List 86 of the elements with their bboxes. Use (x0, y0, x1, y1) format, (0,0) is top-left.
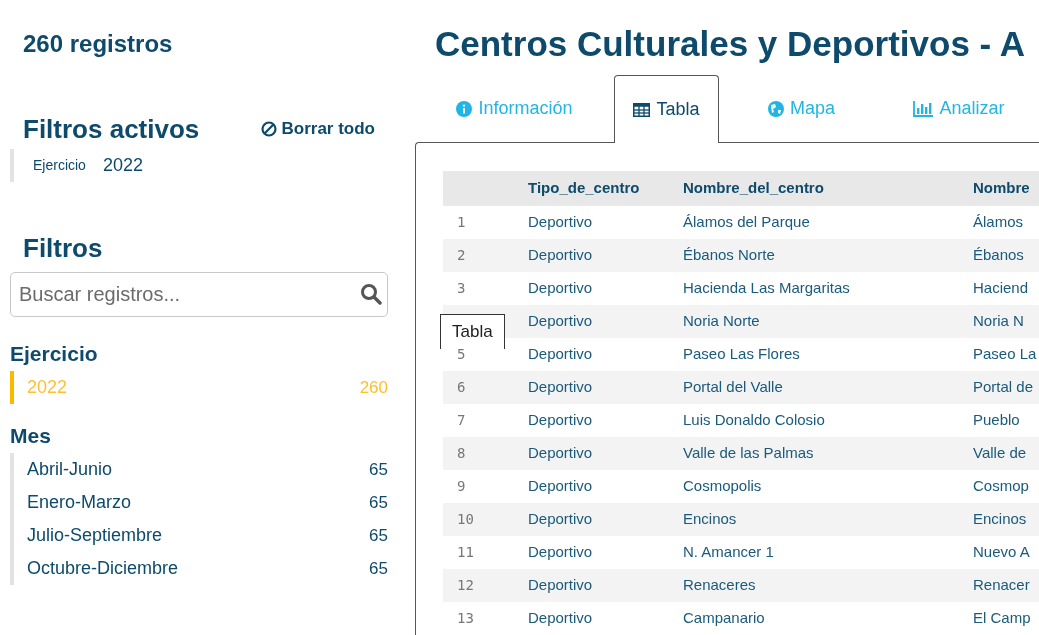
column-header[interactable]: Nombre (973, 177, 1039, 200)
row-number: 3 (456, 279, 467, 298)
table-cell-text: Portal de (973, 377, 1035, 398)
table-cell-text: Cosmop (973, 476, 1030, 497)
table-cell-text: Hacienda Las Margaritas (683, 278, 851, 299)
table-cell-text: Portal del Valle (683, 377, 784, 398)
option-count: 65 (369, 491, 388, 514)
record-count: 260 registros (22, 29, 174, 59)
search-field[interactable]: Buscar registros... (10, 272, 388, 317)
tooltip: Tabla (440, 314, 505, 349)
row-number: 8 (456, 444, 467, 463)
table-cell-text: Álamos (973, 212, 1025, 233)
option-label: Abril-Junio (27, 458, 113, 481)
option-count: 65 (369, 557, 388, 580)
row-number: 12 (456, 576, 475, 595)
table-cell-text: Haciend (973, 278, 1030, 299)
table-cell-text: Encinos (683, 509, 738, 530)
filter-group-title: Ejercicio (9, 341, 99, 367)
table-cell-text: Deportivo (528, 377, 594, 398)
option-count: 65 (369, 458, 388, 481)
table-cell-text: Deportivo (528, 476, 594, 497)
row-number: 7 (456, 411, 467, 430)
option-label: Julio-Septiembre (27, 524, 163, 547)
filter-option[interactable]: Octubre-Diciembre 65 (10, 552, 388, 585)
table-cell-text: Luis Donaldo Colosio (683, 410, 826, 431)
row-number: 11 (456, 543, 475, 562)
table-cell-text: Noria N (973, 311, 1025, 332)
table-cell-text: Deportivo (528, 509, 594, 530)
table-cell-text: Cosmopolis (683, 476, 763, 497)
clear-all-button[interactable]: Borrar todo (260, 116, 375, 142)
option-label: 2022 (27, 376, 68, 399)
table-cell-text: Deportivo (528, 278, 594, 299)
filter-value: 2022 (102, 154, 143, 177)
table-cell-text: Álamos del Parque (683, 212, 811, 233)
cancel-icon (260, 121, 277, 137)
section-title: Filtros (22, 232, 104, 263)
row-number: 2 (456, 246, 467, 265)
table-cell-text: Campanario (683, 608, 766, 629)
option-label: Enero-Marzo (27, 491, 132, 514)
table-cell-text: Renacer (973, 575, 1031, 596)
filter-field: Ejercicio (33, 155, 86, 176)
option-count: 260 (359, 376, 388, 399)
table-cell-text: Valle de las Palmas (683, 443, 815, 464)
table-cell-text: Nuevo A (973, 542, 1031, 563)
row-number: 10 (456, 510, 475, 529)
table-cell-text: Paseo Las Flores (683, 344, 801, 365)
table-cell-text: Deportivo (528, 410, 594, 431)
table-cell-text: Deportivo (528, 212, 594, 233)
active-filter[interactable]: Ejercicio 2022 (10, 149, 415, 182)
table-cell-text: Paseo La (973, 344, 1038, 365)
filter-option[interactable]: Julio-Septiembre 65 (10, 519, 388, 552)
table-cell-text: Deportivo (528, 575, 594, 596)
filter-option[interactable]: Enero-Marzo 65 (10, 486, 388, 519)
table-cell-text: Deportivo (528, 311, 594, 332)
tab[interactable]: Tabla (614, 75, 719, 143)
row-number: 9 (456, 477, 467, 496)
table-cell-text: Deportivo (528, 344, 594, 365)
globe-icon (768, 100, 784, 117)
bar-chart-icon (913, 100, 934, 117)
table-cell-text: Ébanos Norte (683, 245, 776, 266)
table-cell-text: Noria Norte (683, 311, 761, 332)
info-icon (456, 100, 473, 117)
table-cell-text: Valle de (973, 443, 1028, 464)
section-title: Filtros activos (23, 112, 200, 146)
search-icon[interactable] (360, 283, 382, 305)
table-cell-text: El Camp (973, 608, 1032, 629)
table-cell-text: Deportivo (528, 542, 594, 563)
page-title: Centros Culturales y Deportivos - A (434, 23, 1026, 65)
column-header[interactable]: Nombre_del_centro (683, 177, 973, 200)
column-header[interactable]: Tipo_de_centro (528, 177, 683, 200)
table-cell-text: Renaceres (683, 575, 757, 596)
filter-option[interactable]: Abril-Junio 65 (10, 453, 388, 486)
table-cell-text: Deportivo (528, 245, 594, 266)
row-number: 13 (456, 609, 475, 628)
option-label: Octubre-Diciembre (27, 557, 179, 580)
table-cell-text: Pueblo (973, 410, 1021, 431)
table-cell-text: Ébanos (973, 245, 1025, 266)
table-cell-text: Deportivo (528, 608, 594, 629)
filter-group-title: Mes (9, 423, 52, 449)
row-number: 6 (456, 378, 467, 397)
table-icon (633, 102, 651, 117)
table-cell-text: N. Amancer 1 (683, 542, 775, 563)
row-number: 1 (456, 213, 467, 232)
option-count: 65 (369, 524, 388, 547)
table-cell-text: Deportivo (528, 443, 594, 464)
table-cell-text: Encinos (973, 509, 1028, 530)
